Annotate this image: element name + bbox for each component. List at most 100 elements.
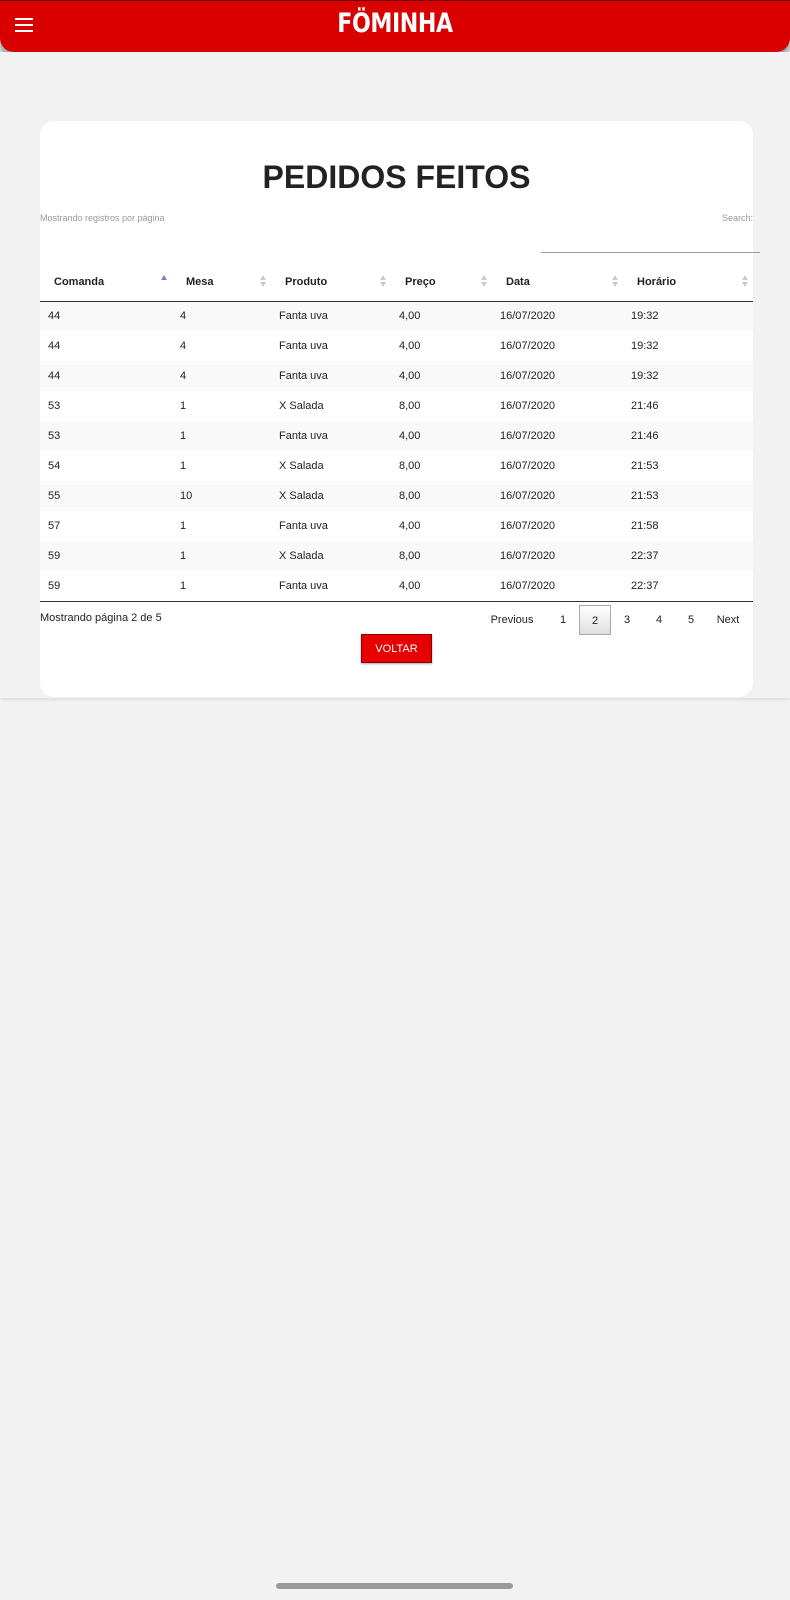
cell-preco: 4,00 [399, 310, 421, 323]
cell-comanda: 44 [48, 310, 61, 323]
sort-ascending-icon [160, 275, 168, 289]
table-row: 59 1 X Salada 8,00 16/07/2020 22:37 [40, 541, 753, 571]
cell-comanda: 55 [48, 490, 61, 502]
cell-preco: 8,00 [399, 460, 421, 472]
cell-preco: 8,00 [399, 400, 421, 412]
table-row: 59 1 Fanta uva 4,00 16/07/2020 22:37 [40, 571, 753, 602]
table-row: 44 4 Fanta uva 4,00 16/07/2020 19:32 [40, 331, 753, 361]
cell-mesa: 4 [180, 310, 187, 323]
pagination-previous[interactable]: Previous [477, 605, 547, 635]
sort-icon [259, 275, 267, 289]
cell-produto: Fanta uva [279, 340, 328, 352]
table-row: 53 1 X Salada 8,00 16/07/2020 21:46 [40, 391, 753, 421]
table-row: 57 1 Fanta uva 4,00 16/07/2020 21:58 [40, 511, 753, 541]
cell-preco: 4,00 [399, 430, 421, 442]
cell-horario: 19:32 [631, 340, 659, 352]
cell-comanda: 44 [48, 370, 61, 382]
cell-mesa: 1 [180, 400, 187, 412]
cell-data: 16/07/2020 [500, 430, 556, 442]
cell-produto: Fanta uva [279, 370, 328, 382]
search-input[interactable] [541, 231, 760, 253]
cell-preco: 8,00 [399, 550, 421, 562]
orders-table: Comanda Mesa Produto Preço Data Horário … [40, 264, 753, 602]
pagination-page-3[interactable]: 3 [611, 605, 643, 635]
cell-preco: 8,00 [399, 490, 421, 502]
cell-comanda: 59 [48, 550, 61, 562]
cell-horario: 21:58 [631, 520, 659, 532]
cell-horario: 21:53 [631, 490, 659, 502]
column-header-horario[interactable]: Horário [623, 264, 753, 302]
cell-comanda: 53 [48, 400, 61, 412]
cell-preco: 4,00 [399, 340, 421, 352]
pagination-next[interactable]: Next [707, 605, 749, 635]
cell-comanda: 44 [48, 340, 61, 352]
cell-comanda: 59 [40, 571, 172, 602]
column-header-mesa[interactable]: Mesa [172, 264, 271, 302]
cell-horario: 22:37 [623, 571, 753, 602]
cell-mesa: 10 [180, 490, 193, 502]
cell-produto: Fanta uva [271, 571, 391, 602]
cell-comanda: 54 [48, 460, 61, 472]
cell-horario: 21:46 [631, 400, 659, 412]
table-row: 53 1 Fanta uva 4,00 16/07/2020 21:46 [40, 421, 753, 451]
pagination-page-4[interactable]: 4 [643, 605, 675, 635]
cell-produto: X Salada [279, 400, 324, 412]
cell-mesa: 1 [180, 520, 187, 532]
column-header-produto[interactable]: Produto [271, 264, 391, 302]
back-button[interactable]: VOLTAR [361, 634, 432, 663]
sort-icon [480, 275, 488, 289]
cell-data: 16/07/2020 [500, 400, 556, 412]
cell-horario: 19:32 [631, 370, 659, 382]
orders-card: PEDIDOS FEITOS Mostrando registros por p… [40, 121, 760, 697]
pagination: Previous 1 2 3 4 5 Next [477, 605, 749, 635]
cell-data: 16/07/2020 [500, 490, 556, 502]
cell-produto: Fanta uva [279, 310, 328, 323]
cell-data: 16/07/2020 [500, 520, 556, 532]
cell-horario: 21:46 [631, 430, 659, 442]
app-logo: FÖMINHA [337, 8, 453, 39]
pagination-page-5[interactable]: 5 [675, 605, 707, 635]
cell-mesa: 1 [180, 550, 187, 562]
cell-preco: 4,00 [391, 571, 492, 602]
cell-mesa: 1 [180, 460, 187, 472]
cell-mesa: 1 [172, 571, 271, 602]
sort-icon [741, 275, 749, 289]
cell-data: 16/07/2020 [500, 340, 556, 352]
cell-horario: 21:53 [631, 460, 659, 472]
cell-horario: 22:37 [631, 550, 659, 562]
hamburger-menu-icon[interactable] [15, 18, 33, 34]
pagination-page-1[interactable]: 1 [547, 605, 579, 635]
cell-comanda: 57 [48, 520, 61, 532]
column-header-data[interactable]: Data [492, 264, 623, 302]
pagination-info: Mostrando página 2 de 5 [40, 612, 162, 624]
app-header: FÖMINHA [0, 0, 790, 52]
table-row: 54 1 X Salada 8,00 16/07/2020 21:53 [40, 451, 753, 481]
cell-data: 16/07/2020 [492, 571, 623, 602]
cell-produto: X Salada [279, 460, 324, 472]
records-per-page-label: Mostrando registros por página [40, 213, 165, 223]
cell-comanda: 53 [48, 430, 61, 442]
cell-preco: 4,00 [399, 520, 421, 532]
cell-mesa: 1 [180, 430, 187, 442]
page-title: PEDIDOS FEITOS [262, 159, 531, 195]
cell-data: 16/07/2020 [500, 370, 556, 382]
table-header-row: Comanda Mesa Produto Preço Data Horário [40, 264, 753, 302]
cell-horario: 19:32 [631, 310, 659, 323]
cell-data: 16/07/2020 [500, 310, 556, 323]
home-indicator[interactable] [276, 1583, 513, 1589]
cell-produto: Fanta uva [279, 430, 328, 442]
table-row: 44 4 Fanta uva 4,00 16/07/2020 19:32 [40, 361, 753, 391]
cell-produto: Fanta uva [279, 520, 328, 532]
cell-mesa: 4 [180, 370, 187, 382]
search-label: Search: [721, 213, 753, 223]
cell-data: 16/07/2020 [500, 550, 556, 562]
cell-produto: X Salada [279, 490, 324, 502]
table-row: 44 4 Fanta uva 4,00 16/07/2020 19:32 [40, 301, 753, 331]
column-header-preco[interactable]: Preço [391, 264, 492, 302]
cell-data: 16/07/2020 [500, 460, 556, 472]
column-header-comanda[interactable]: Comanda [40, 264, 172, 302]
cell-produto: X Salada [279, 550, 324, 562]
sort-icon [611, 275, 619, 289]
pagination-page-2-current[interactable]: 2 [579, 605, 611, 635]
table-row: 55 10 X Salada 8,00 16/07/2020 21:53 [40, 481, 753, 511]
